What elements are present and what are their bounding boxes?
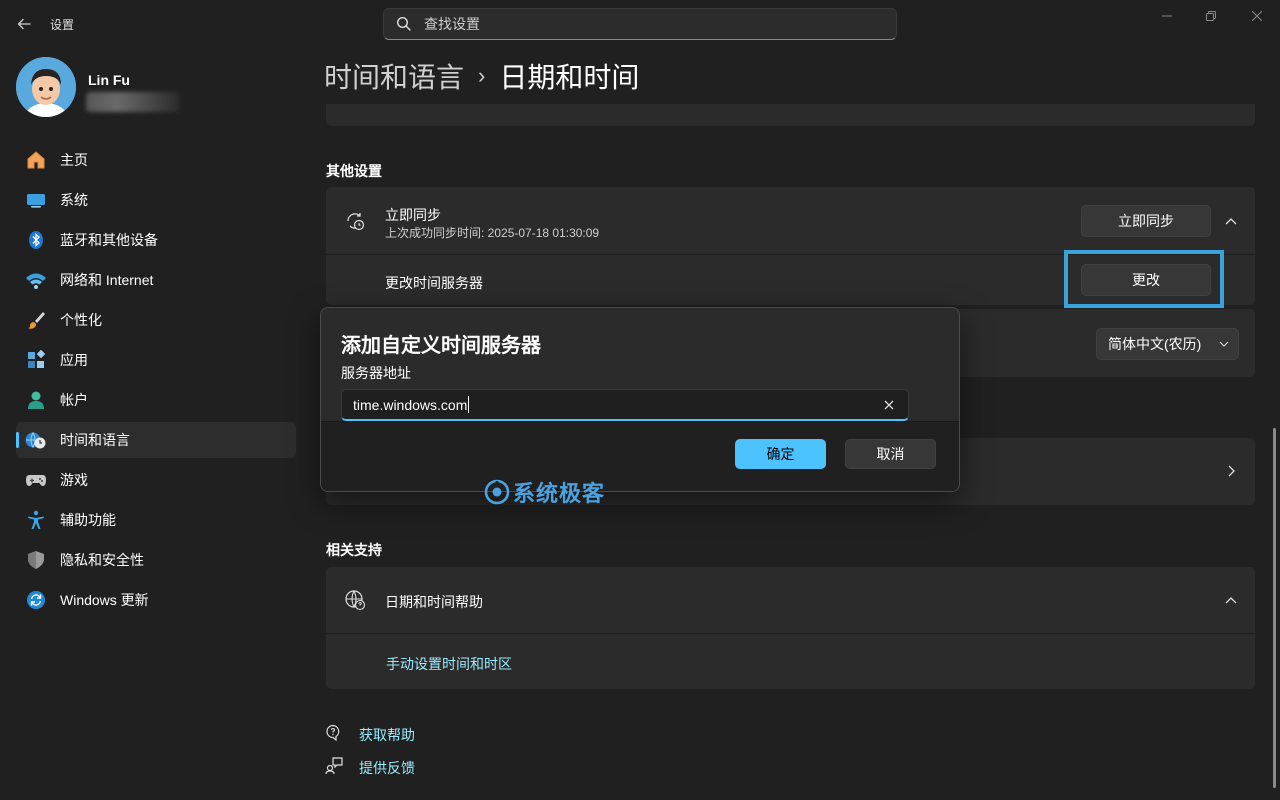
minimize-icon <box>1162 15 1172 17</box>
accessibility-icon <box>24 508 48 532</box>
search-placeholder: 查找设置 <box>424 16 480 32</box>
get-help-link[interactable]: 获取帮助 <box>359 725 415 745</box>
change-server-title: 更改时间服务器 <box>385 275 483 291</box>
user-name: Lin Fu <box>88 72 130 88</box>
sidebar-item-bluetooth[interactable]: 蓝牙和其他设备 <box>16 222 296 258</box>
chevron-up-icon <box>1225 218 1237 225</box>
breadcrumb-separator: › <box>478 63 486 88</box>
highlight-annotation <box>1064 250 1224 308</box>
sidebar-item-time-language[interactable]: 时间和语言 <box>16 422 296 458</box>
scrollbar[interactable] <box>1273 428 1276 788</box>
sidebar-item-label: 蓝牙和其他设备 <box>60 232 158 248</box>
sidebar-item-network[interactable]: 网络和 Internet <box>16 262 296 298</box>
chevron-down-icon <box>1219 341 1229 347</box>
sidebar-item-apps[interactable]: 应用 <box>16 342 296 378</box>
sync-now-button[interactable]: 立即同步 <box>1081 205 1211 237</box>
back-button[interactable] <box>8 8 40 40</box>
watermark-text: 系统极客 <box>513 481 606 506</box>
sidebar-item-label: Windows 更新 <box>60 592 149 608</box>
home-icon <box>24 148 48 172</box>
minimize-button[interactable] <box>1144 6 1190 26</box>
previous-setting-card <box>326 104 1255 126</box>
last-sync-time: 上次成功同步时间: 2025-07-18 01:30:09 <box>385 226 600 240</box>
help-icon <box>325 724 343 745</box>
manual-time-link[interactable]: 手动设置时间和时区 <box>386 654 512 674</box>
sidebar-item-accounts[interactable]: 帐户 <box>16 382 296 418</box>
arrow-left-icon <box>17 18 31 30</box>
watermark-logo-icon <box>484 479 510 505</box>
sidebar-item-label: 辅助功能 <box>60 512 116 528</box>
section-title-related-support: 相关支持 <box>326 542 382 558</box>
wifi-icon <box>24 268 48 292</box>
chevron-up-icon <box>1225 597 1237 604</box>
restore-button[interactable] <box>1188 6 1234 26</box>
sidebar-item-label: 应用 <box>60 352 88 368</box>
feedback-icon <box>325 757 343 778</box>
sidebar-item-windows-update[interactable]: Windows 更新 <box>16 582 296 618</box>
ok-button[interactable]: 确定 <box>735 439 826 469</box>
sidebar-item-label: 网络和 Internet <box>60 272 154 288</box>
close-icon <box>1252 11 1262 21</box>
search-icon <box>396 16 411 31</box>
monitor-icon <box>24 188 48 212</box>
sidebar-item-system[interactable]: 系统 <box>16 182 296 218</box>
account-icon <box>24 388 48 412</box>
sidebar-item-home[interactable]: 主页 <box>16 142 296 178</box>
help-title: 日期和时间帮助 <box>385 594 483 610</box>
breadcrumb: 时间和语言 › 日期和时间 <box>324 56 639 96</box>
section-title-other-settings: 其他设置 <box>326 163 382 179</box>
restore-icon <box>1206 11 1216 21</box>
server-address-input[interactable]: time.windows.com <box>341 389 909 421</box>
brush-icon <box>24 308 48 332</box>
cancel-button[interactable]: 取消 <box>845 439 936 469</box>
sidebar-item-label: 时间和语言 <box>60 432 130 448</box>
apps-icon <box>24 348 48 372</box>
breadcrumb-parent[interactable]: 时间和语言 <box>324 56 464 96</box>
update-icon <box>24 588 48 612</box>
watermark: 系统极客 <box>484 476 605 508</box>
collapse-help-button[interactable] <box>1222 591 1240 609</box>
sidebar-item-label: 游戏 <box>60 472 88 488</box>
sidebar-item-label: 个性化 <box>60 312 102 328</box>
calendar-selected: 简体中文(农历) <box>1108 336 1202 352</box>
dialog-footer: 确定 取消 <box>321 421 959 491</box>
sidebar-item-label: 隐私和安全性 <box>60 552 144 568</box>
server-address-label: 服务器地址 <box>341 365 411 381</box>
clear-input-button[interactable] <box>873 389 905 421</box>
chevron-right-icon <box>1222 462 1240 480</box>
server-address-value: time.windows.com <box>353 396 468 413</box>
sidebar-item-accessibility[interactable]: 辅助功能 <box>16 502 296 538</box>
avatar[interactable] <box>16 57 76 117</box>
sidebar-item-privacy[interactable]: 隐私和安全性 <box>16 542 296 578</box>
globe-help-icon <box>344 589 366 614</box>
collapse-sync-button[interactable] <box>1222 212 1240 230</box>
sidebar-item-personalization[interactable]: 个性化 <box>16 302 296 338</box>
sidebar-item-label: 系统 <box>60 192 88 208</box>
gamepad-icon <box>24 468 48 492</box>
sidebar-item-label: 帐户 <box>60 392 88 408</box>
shield-icon <box>24 548 48 572</box>
sidebar-nav: 主页 系统 蓝牙和其他设备 网络和 Internet 个性化 应用 帐户 时间和… <box>16 142 296 622</box>
globe-clock-icon <box>24 428 48 452</box>
sidebar-item-label: 主页 <box>60 152 88 168</box>
bluetooth-icon <box>24 228 48 252</box>
sync-now-title: 立即同步 <box>385 207 441 223</box>
text-caret <box>468 396 470 413</box>
search-input[interactable]: 查找设置 <box>383 8 897 40</box>
close-button[interactable] <box>1234 6 1280 26</box>
redacted-email <box>86 92 180 112</box>
calendar-dropdown[interactable]: 简体中文(农历) <box>1096 328 1239 360</box>
clear-icon <box>884 400 894 410</box>
page-title: 日期和时间 <box>499 62 640 93</box>
sidebar-item-gaming[interactable]: 游戏 <box>16 462 296 498</box>
app-title: 设置 <box>50 18 75 32</box>
feedback-link[interactable]: 提供反馈 <box>359 758 415 778</box>
avatar-image <box>16 57 76 117</box>
sync-clock-icon <box>344 210 366 235</box>
add-time-server-dialog: 添加自定义时间服务器 服务器地址 time.windows.com 确定 取消 <box>320 307 960 492</box>
dialog-title: 添加自定义时间服务器 <box>341 335 541 357</box>
